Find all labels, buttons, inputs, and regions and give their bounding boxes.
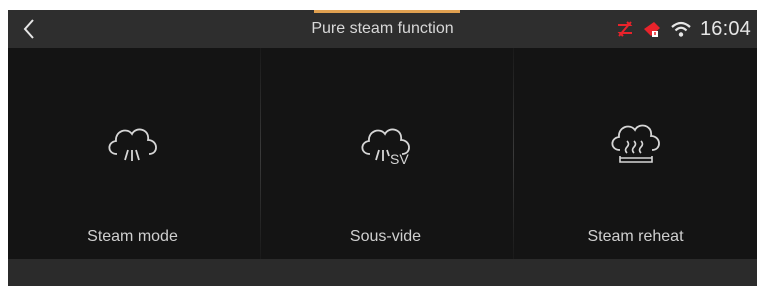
status-bar: 16:04 (616, 10, 751, 48)
bottom-bar (8, 259, 757, 286)
mode-grid: Steam mode SV Sous-vide Steam reheat (8, 48, 757, 259)
sous-vide-badge: SV (390, 151, 409, 164)
sous-vide-tile[interactable]: SV Sous-vide (261, 48, 510, 259)
mode-label: Sous-vide (349, 228, 422, 245)
connection-error-icon (617, 21, 633, 37)
top-bar: Pure steam function 16:04 (8, 10, 757, 48)
alert-icon (643, 22, 660, 37)
wifi-icon (671, 21, 691, 37)
steam-reheat-icon (610, 124, 660, 163)
mode-label: Steam mode (87, 228, 178, 245)
title-accent-bar (314, 10, 460, 13)
sous-vide-steam-icon: SV (360, 128, 410, 164)
mode-label: Steam reheat (587, 228, 684, 245)
steam-reheat-tile[interactable]: Steam reheat (514, 48, 757, 259)
app-screen: Pure steam function 16:04 Steam mode SV … (8, 10, 757, 286)
clock-time: 16:04 (699, 17, 751, 40)
steam-cloud-icon (107, 128, 157, 161)
steam-mode-tile[interactable]: Steam mode (8, 48, 257, 259)
